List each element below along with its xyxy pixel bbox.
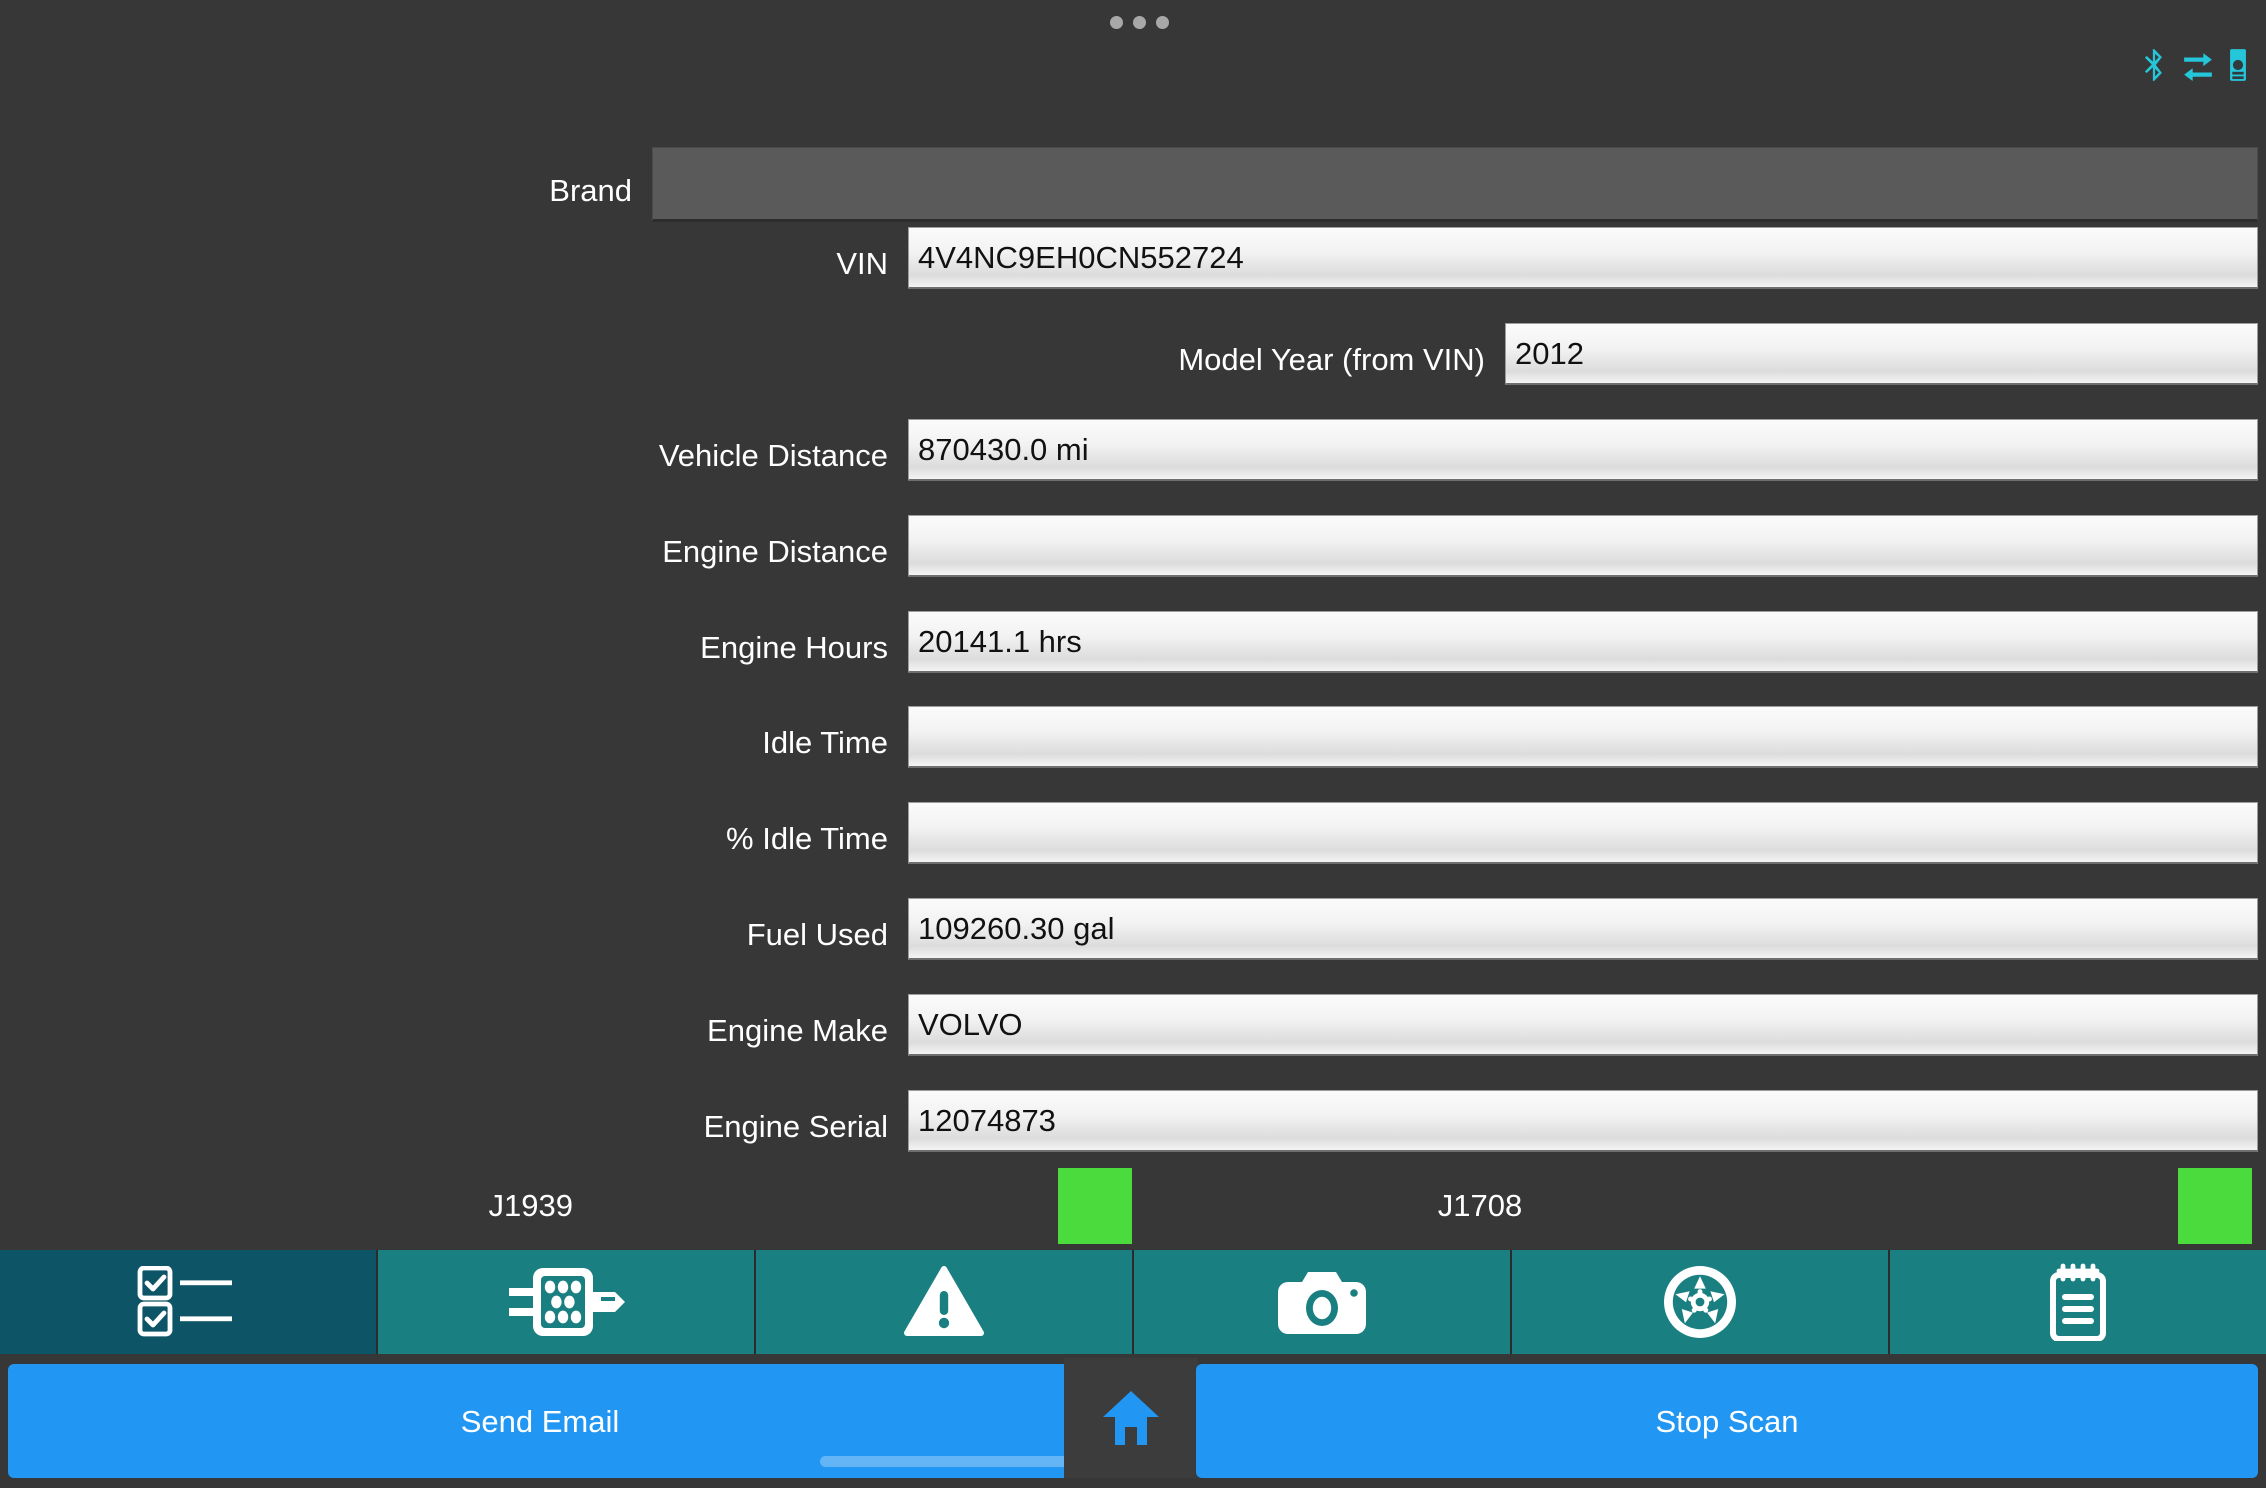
engine-hours-field[interactable]: 20141.1 hrs: [908, 611, 2258, 673]
stop-scan-button[interactable]: Stop Scan: [1196, 1364, 2258, 1478]
form-row-model-year: Model Year (from VIN) 2012: [0, 323, 2266, 385]
tab-checklist[interactable]: [0, 1250, 376, 1354]
j1939-status-indicator: [1058, 1168, 1132, 1244]
form-row-engine-make: Engine Make VOLVO: [0, 994, 2266, 1056]
form-row-fuel-used: Fuel Used 109260.30 gal: [0, 898, 2266, 960]
label-j1708: J1708: [1437, 1188, 1523, 1223]
menu-dot-icon: [1156, 16, 1169, 29]
form-row-idle-time: Idle Time: [0, 706, 2266, 768]
form-row-percent-idle-time: % Idle Time: [0, 802, 2266, 864]
label-engine-distance: Engine Distance: [662, 534, 888, 569]
warning-icon: [903, 1265, 985, 1339]
label-engine-make: Engine Make: [707, 1013, 888, 1048]
engine-serial-field[interactable]: 12074873: [908, 1090, 2258, 1152]
label-model-year: Model Year (from VIN): [1178, 342, 1485, 377]
menu-dot-icon: [1110, 16, 1123, 29]
engine-hours-value: 20141.1 hrs: [918, 624, 1082, 659]
label-idle-time: Idle Time: [762, 725, 888, 760]
notepad-icon: [2047, 1263, 2109, 1341]
form-row-vin: VIN 4V4NC9EH0CN552724: [0, 227, 2266, 289]
send-email-label: Send Email: [460, 1403, 620, 1439]
form-row-vehicle-distance: Vehicle Distance 870430.0 mi: [0, 419, 2266, 481]
checklist-icon: [136, 1266, 240, 1338]
engine-distance-field[interactable]: [908, 515, 2258, 577]
engine-serial-value: 12074873: [918, 1103, 1056, 1138]
label-vin: VIN: [836, 246, 888, 281]
connector-icon: [501, 1262, 631, 1342]
camera-icon: [1278, 1266, 1366, 1338]
label-vehicle-distance: Vehicle Distance: [658, 438, 888, 473]
label-j1939: J1939: [488, 1188, 573, 1223]
form-row-brand: Brand: [0, 147, 2266, 223]
tab-notes[interactable]: [1888, 1250, 2266, 1354]
model-year-field[interactable]: 2012: [1505, 323, 2258, 385]
bottom-tab-bar: [0, 1250, 2266, 1354]
percent-idle-time-field[interactable]: [908, 802, 2258, 864]
stop-scan-label: Stop Scan: [1655, 1403, 1799, 1439]
idle-time-field[interactable]: [908, 706, 2258, 768]
label-brand: Brand: [549, 173, 632, 208]
j1708-status-indicator: [2178, 1168, 2252, 1244]
vin-field[interactable]: 4V4NC9EH0CN552724: [908, 227, 2258, 289]
label-engine-hours: Engine Hours: [700, 630, 888, 665]
label-percent-idle-time: % Idle Time: [726, 821, 888, 856]
overflow-menu-button[interactable]: [1110, 16, 1169, 29]
fuel-used-value: 109260.30 gal: [918, 911, 1115, 946]
form-row-engine-hours: Engine Hours 20141.1 hrs: [0, 611, 2266, 673]
brand-spinner[interactable]: [652, 147, 2258, 222]
tab-connector[interactable]: [376, 1250, 754, 1354]
top-bar: [0, 0, 2266, 81]
label-fuel-used: Fuel Used: [746, 917, 888, 952]
bottom-action-bar: Send Email Stop Scan: [0, 1354, 2266, 1488]
form-row-engine-distance: Engine Distance: [0, 515, 2266, 577]
home-button[interactable]: [1064, 1358, 1198, 1478]
wheel-icon: [1661, 1263, 1739, 1341]
model-year-value: 2012: [1515, 336, 1584, 371]
tab-wheels[interactable]: [1510, 1250, 1888, 1354]
vehicle-distance-field[interactable]: 870430.0 mi: [908, 419, 2258, 481]
vehicle-info-form: Brand VIN 4V4NC9EH0CN552724 Model Year (…: [0, 68, 2266, 1248]
bus-status-row: J1939 J1708: [0, 1168, 2266, 1244]
home-icon: [1101, 1389, 1161, 1447]
menu-dot-icon: [1133, 16, 1146, 29]
form-row-engine-serial: Engine Serial 12074873: [0, 1090, 2266, 1152]
vin-value: 4V4NC9EH0CN552724: [918, 240, 1244, 275]
vehicle-distance-value: 870430.0 mi: [918, 432, 1089, 467]
scroll-indicator-left: [820, 1456, 1072, 1467]
fuel-used-field[interactable]: 109260.30 gal: [908, 898, 2258, 960]
engine-make-value: VOLVO: [918, 1007, 1023, 1042]
tab-faults[interactable]: [754, 1250, 1132, 1354]
label-engine-serial: Engine Serial: [703, 1109, 888, 1144]
app-root: Brand VIN 4V4NC9EH0CN552724 Model Year (…: [0, 0, 2266, 1488]
tab-camera[interactable]: [1132, 1250, 1510, 1354]
engine-make-field[interactable]: VOLVO: [908, 994, 2258, 1056]
